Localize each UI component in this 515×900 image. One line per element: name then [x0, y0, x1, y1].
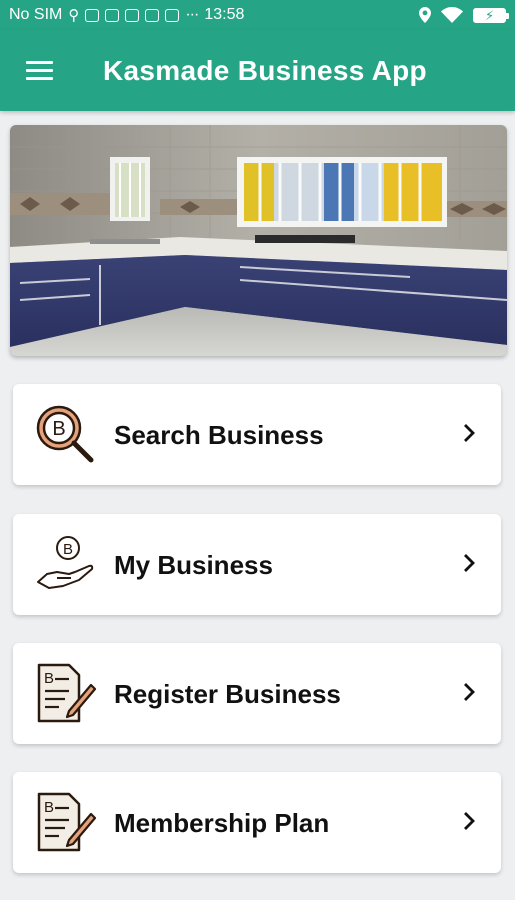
search-business-icon: B — [36, 405, 94, 463]
battery-charging-icon: ⚡ — [473, 7, 509, 23]
chevron-right-icon — [464, 683, 475, 701]
chevron-right-icon — [464, 812, 475, 830]
app-bar: Kasmade Business App — [0, 30, 515, 111]
hand-coin-icon: B — [37, 536, 94, 589]
app-title: Kasmade Business App — [103, 55, 427, 86]
my-business-card[interactable]: B My Business — [13, 514, 501, 615]
banner-image — [10, 125, 507, 356]
document-icon — [125, 8, 140, 22]
card-label: Search Business — [114, 420, 324, 450]
more-notifications-icon: ··· — [185, 6, 199, 23]
wifi-icon — [441, 7, 463, 23]
chevron-right-icon — [464, 554, 475, 572]
chat-icon — [165, 8, 180, 22]
document-pen-icon: B — [37, 663, 97, 723]
register-business-card[interactable]: B Register Business — [13, 643, 501, 744]
card-label: Membership Plan — [114, 808, 330, 838]
location-icon — [419, 7, 431, 23]
svg-text:B: B — [44, 799, 54, 816]
svg-text:B: B — [63, 541, 73, 558]
document-pen-icon: B — [37, 792, 97, 852]
chevron-right-icon — [464, 424, 475, 442]
gmail-icon — [145, 8, 160, 22]
svg-text:B: B — [44, 670, 54, 687]
card-label: My Business — [114, 550, 273, 580]
kitchen-photo — [10, 125, 507, 356]
status-time: 13:58 — [204, 6, 245, 23]
hamburger-menu-icon[interactable] — [26, 61, 53, 81]
carrier-label: No SIM — [9, 6, 63, 23]
mail-icon — [105, 8, 120, 22]
membership-plan-card[interactable]: B Membership Plan — [13, 772, 501, 873]
card-label: Register Business — [114, 679, 341, 709]
search-business-card[interactable]: B Search Business — [13, 384, 501, 485]
svg-text:B: B — [52, 418, 65, 440]
message-icon — [85, 8, 100, 22]
usb-icon: ⚲ — [68, 6, 80, 24]
status-bar: No SIM ⚲ ··· 13:58 ⚡ — [0, 0, 515, 30]
